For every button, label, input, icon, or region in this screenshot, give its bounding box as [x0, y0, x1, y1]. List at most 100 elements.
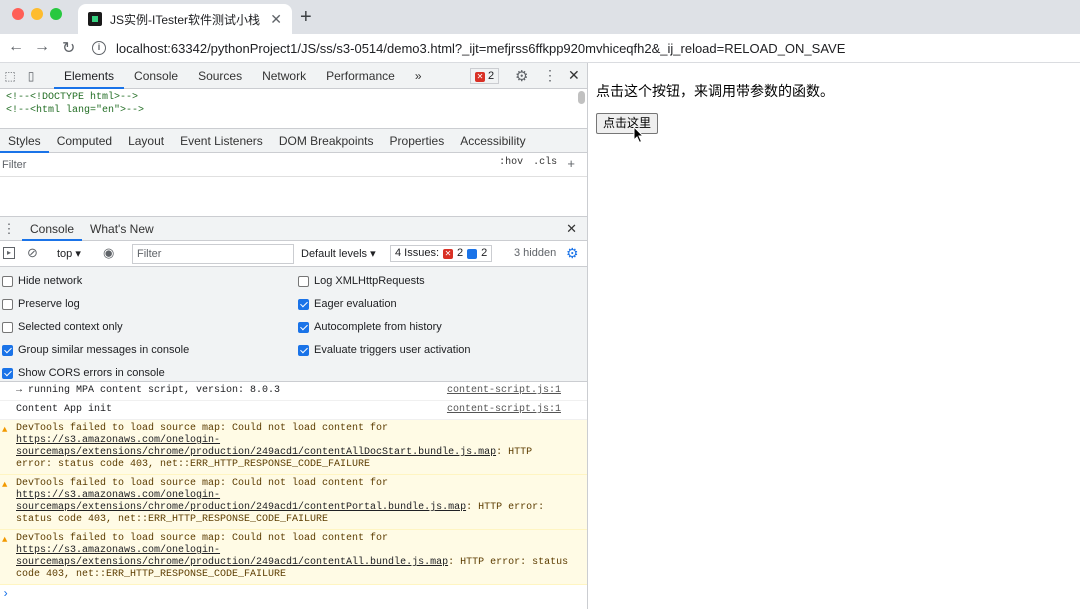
console-filter-input[interactable]: Filter	[132, 244, 294, 264]
error-count: 2	[488, 70, 495, 82]
console-settings-gear-icon[interactable]: ⚙	[566, 245, 579, 262]
warning-url-link[interactable]: https://s3.amazonaws.com/onelogin-source…	[16, 490, 466, 513]
drawer-menu-icon[interactable]: ⋮	[2, 221, 16, 237]
style-toggles: :hov .cls +	[499, 157, 575, 172]
more-options-icon[interactable]: ⋮	[543, 67, 557, 84]
checkbox-autocomplete[interactable]: Autocomplete from history	[298, 321, 442, 333]
live-expression-eye-icon[interactable]: ◉	[103, 245, 114, 261]
hidden-count: 3 hidden	[514, 247, 557, 259]
checkbox-box[interactable]	[2, 321, 13, 333]
styles-filter-input[interactable]: Filter	[2, 159, 26, 171]
tab-network[interactable]: Network	[252, 63, 316, 89]
maximize-window-button[interactable]	[50, 8, 62, 20]
drawer-tab-console[interactable]: Console	[22, 217, 83, 241]
checkbox-label: Group similar messages in console	[18, 344, 190, 356]
forward-icon[interactable]: →	[34, 38, 50, 56]
context-selector[interactable]: top ▾	[57, 247, 81, 260]
new-rule-icon[interactable]: +	[567, 157, 575, 172]
browser-tab-strip: JS实例-ITester软件测试小栈 ✕ +	[0, 0, 1080, 34]
warning-icon: ▲	[2, 535, 8, 545]
tab-sources[interactable]: Sources	[188, 63, 252, 89]
close-devtools-icon[interactable]: ✕	[568, 67, 580, 84]
clear-console-icon[interactable]: ⊘	[27, 245, 38, 261]
log-levels-dropdown[interactable]: Default levels ▾	[301, 247, 376, 260]
warning-message: ▲ DevTools failed to load source map: Co…	[0, 530, 587, 585]
new-tab-button[interactable]: +	[300, 6, 312, 29]
back-icon[interactable]: ←	[8, 38, 24, 56]
checkbox-log-xhr[interactable]: Log XMLHttpRequests	[298, 275, 425, 287]
tab-elements[interactable]: Elements	[54, 63, 125, 89]
checkbox-box[interactable]	[298, 321, 309, 333]
url-text[interactable]: localhost:63342/pythonProject1/JS/ss/s3-…	[116, 41, 845, 56]
click-here-button[interactable]: 点击这里	[596, 113, 659, 134]
dom-node-line[interactable]: <!--<html lang="en">-->	[6, 104, 581, 117]
reload-icon[interactable]: ↻	[62, 38, 75, 58]
log-text: Content App init	[16, 404, 113, 415]
tab-computed[interactable]: Computed	[49, 129, 120, 153]
dom-node-line[interactable]: <!--<!DOCTYPE html>-->	[6, 91, 581, 104]
page-instruction-text: 点击这个按钮，来调用带参数的函数。	[596, 84, 834, 100]
omnibox[interactable]: i localhost:63342/pythonProject1/JS/ss/s…	[92, 37, 1070, 59]
warning-url-link[interactable]: https://s3.amazonaws.com/onelogin-source…	[16, 435, 496, 458]
checkbox-eval-triggers[interactable]: Evaluate triggers user activation	[298, 344, 471, 356]
tab-performance[interactable]: Performance	[316, 63, 405, 89]
checkbox-box[interactable]	[2, 367, 13, 379]
site-info-icon[interactable]: i	[92, 41, 106, 55]
warning-message: ▲ DevTools failed to load source map: Co…	[0, 420, 587, 475]
settings-gear-icon[interactable]: ⚙	[515, 67, 528, 85]
mouse-cursor-icon	[633, 126, 645, 144]
warning-url-link[interactable]: https://s3.amazonaws.com/onelogin-source…	[16, 545, 448, 568]
more-tabs-icon[interactable]: »	[405, 63, 432, 89]
checkbox-label: Show CORS errors in console	[18, 367, 165, 379]
log-text: → running MPA content script, version: 8…	[16, 385, 281, 396]
checkbox-selected-context[interactable]: Selected context only	[2, 321, 123, 333]
checkbox-box[interactable]	[2, 344, 13, 356]
inspect-icon[interactable]: ⬚	[0, 69, 20, 83]
browser-tab[interactable]: JS实例-ITester软件测试小栈 ✕	[78, 4, 292, 34]
elements-scrollbar[interactable]	[578, 91, 585, 104]
favicon-icon	[88, 12, 102, 26]
issues-button[interactable]: 4 Issues: ✕ 2 2	[390, 245, 493, 262]
tab-console[interactable]: Console	[124, 63, 188, 89]
devtools-panel: ⬚ ▯ Elements Console Sources Network Per…	[0, 63, 588, 609]
tab-title: JS实例-ITester软件测试小栈	[110, 12, 261, 27]
checkbox-box[interactable]	[298, 344, 309, 356]
log-source-link[interactable]: content-script.js:1	[447, 385, 561, 397]
tab-close-icon[interactable]: ✕	[270, 11, 282, 28]
warning-icon: ▲	[2, 425, 8, 435]
checkbox-box[interactable]	[2, 298, 13, 310]
checkbox-preserve-log[interactable]: Preserve log	[2, 298, 80, 310]
issues-error-icon: ✕	[443, 248, 454, 259]
checkbox-label: Log XMLHttpRequests	[314, 275, 425, 287]
tab-dom-breakpoints[interactable]: DOM Breakpoints	[271, 129, 382, 153]
checkbox-eager-eval[interactable]: Eager evaluation	[298, 298, 397, 310]
warning-prefix: DevTools failed to load source map: Coul…	[16, 423, 389, 434]
close-drawer-icon[interactable]: ✕	[566, 221, 577, 237]
checkbox-label: Selected context only	[18, 321, 123, 333]
checkbox-box[interactable]	[298, 275, 309, 287]
minimize-window-button[interactable]	[31, 8, 43, 20]
tab-event-listeners[interactable]: Event Listeners	[172, 129, 271, 153]
log-source-link[interactable]: content-script.js:1	[447, 404, 561, 416]
checkbox-box[interactable]	[2, 275, 13, 287]
close-window-button[interactable]	[12, 8, 24, 20]
checkbox-box[interactable]	[298, 298, 309, 310]
error-count-badge[interactable]: ✕ 2	[470, 68, 500, 84]
checkbox-cors-errors[interactable]: Show CORS errors in console	[2, 367, 165, 379]
drawer-tab-whats-new[interactable]: What's New	[82, 217, 162, 241]
log-message: Content App init content-script.js:1	[0, 401, 587, 420]
device-toolbar-icon[interactable]: ▯	[20, 69, 42, 83]
tab-layout[interactable]: Layout	[120, 129, 172, 153]
issues-info-count: 2	[481, 247, 488, 259]
checkbox-hide-network[interactable]: Hide network	[2, 275, 82, 287]
checkbox-group-similar[interactable]: Group similar messages in console	[2, 344, 189, 356]
sidebar-toggle-icon[interactable]: ▸	[3, 247, 15, 259]
cls-toggle[interactable]: .cls	[533, 157, 557, 172]
console-log: → running MPA content script, version: 8…	[0, 382, 587, 603]
tab-properties[interactable]: Properties	[382, 129, 453, 153]
issues-info-icon	[467, 248, 478, 259]
hov-toggle[interactable]: :hov	[499, 157, 523, 172]
tab-accessibility[interactable]: Accessibility	[452, 129, 533, 153]
console-prompt[interactable]: ›	[0, 585, 587, 603]
tab-styles[interactable]: Styles	[0, 129, 49, 153]
